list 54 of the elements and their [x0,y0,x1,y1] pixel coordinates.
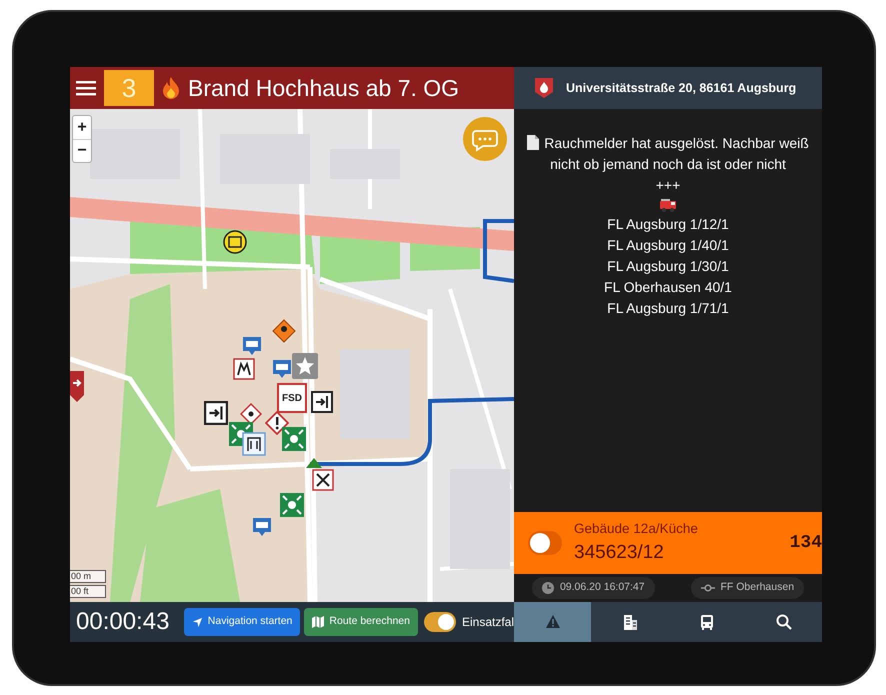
elapsed-timer: 00:00:43 [76,607,170,637]
bus-stop-icon[interactable] [251,516,273,538]
bus-icon [698,614,714,630]
location-text: Gebäude 12a/Küche [574,520,698,538]
hazard-sign-icon[interactable] [272,319,296,343]
fire-shield-icon [534,77,554,99]
unit-text: FL Augsburg 1/12/1 [606,215,730,234]
separator-text: +++ [656,176,680,195]
time-text: 09.06.20 16:07:47 [560,580,645,596]
fire-icon [162,76,180,100]
address-text: Universitätsstraße 20, 86161 Augsburg [566,80,796,97]
document-icon [527,135,540,150]
star-marker-icon[interactable] [292,353,318,379]
radiation-sign-icon[interactable] [240,403,262,425]
fire-truck-icon [659,198,677,212]
zoom-out-button[interactable]: − [73,139,91,162]
exit-sign-icon[interactable] [311,391,333,413]
alarm-level: 3 [104,70,154,106]
map-icon [312,616,324,628]
building-icon [622,614,638,630]
menu-icon[interactable] [76,80,96,96]
scale-label: 00 m [70,570,106,583]
message-text: Rauchmelder hat ausgelöst. Nachbar weiß nicht ob jemand noch da ist oder nicht [544,135,809,172]
clock-icon [542,582,554,594]
search-icon [776,614,792,630]
map-marker-label[interactable]: FSD [277,383,307,413]
commit-icon [700,584,714,592]
map-pin-icon[interactable] [70,371,86,403]
location-arrow-icon [305,457,323,469]
building-sign-icon[interactable] [233,358,255,380]
warning-icon [544,614,560,630]
bus-stop-icon[interactable] [271,358,293,380]
zoom-in-button[interactable]: + [73,116,91,139]
unit-text: FL Augsburg 1/30/1 [606,257,730,276]
station-text: FF Oberhausen [720,580,794,596]
unit-text: FL Oberhausen 40/1 [604,278,732,297]
toggle-label: Einsatzfal [462,614,514,631]
hydrant-sign-icon[interactable] [312,469,334,491]
scale-label: 00 ft [70,585,106,598]
map-marker-icon[interactable] [223,230,247,254]
incident-number: 345623/12 [574,540,665,565]
navigation-button[interactable]: Navigation starten [184,608,300,636]
bus-stop-icon[interactable] [241,335,263,357]
warning-sign-icon[interactable] [265,411,289,435]
exit-sign-icon[interactable] [204,401,228,425]
building-sign-icon[interactable] [242,432,266,456]
unit-text: FL Augsburg 1/71/1 [606,299,730,318]
toggle-switch[interactable] [528,531,562,555]
route-button[interactable]: Route berechnen [304,608,418,636]
toggle-switch[interactable] [424,612,456,632]
unit-text: FL Augsburg 1/40/1 [606,236,730,255]
incident-title: Brand Hochhaus ab 7. OG [188,74,460,103]
code-text: 134 [790,532,822,554]
navigation-arrow-icon [192,616,203,628]
